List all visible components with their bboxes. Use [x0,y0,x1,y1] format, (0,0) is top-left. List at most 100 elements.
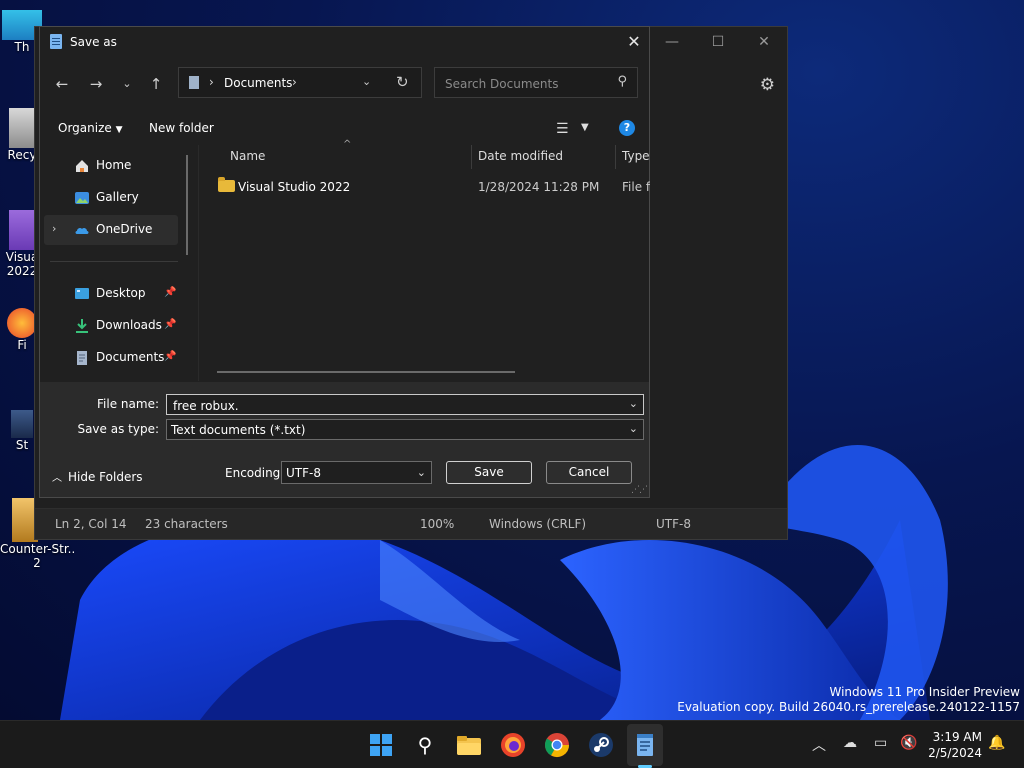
chevron-down-icon[interactable]: ⌄ [629,397,638,410]
save-button[interactable]: Save [446,461,532,484]
system-clock[interactable]: 3:19 AM 2/5/2024 [928,729,982,761]
chrome-taskbar-icon[interactable] [543,731,571,759]
up-arrow-icon[interactable]: ↑ [146,74,166,94]
steam-taskbar-icon[interactable] [587,731,615,759]
firefox-taskbar-icon[interactable] [499,731,527,759]
build-watermark: Windows 11 Pro Insider Preview Evaluatio… [677,685,1020,715]
network-icon[interactable]: ▭ [874,735,887,751]
nav-item-desktop[interactable]: Desktop 📌 [44,279,178,309]
nav-item-onedrive[interactable]: › OneDrive [44,215,178,245]
file-name-label: File name: [97,397,159,411]
search-box[interactable]: ⚲ [434,67,638,98]
pin-icon[interactable]: 📌 [164,319,176,330]
expand-chevron-icon[interactable]: › [52,222,56,235]
file-explorer-icon[interactable] [455,731,483,759]
notepad-status-bar: Ln 2, Col 14 23 characters 100% Windows … [35,508,787,539]
breadcrumb-separator[interactable]: › [292,75,297,89]
nav-item-documents[interactable]: Documents 📌 [44,343,178,373]
organize-button[interactable]: Organize ▼ [58,121,123,135]
column-header-name[interactable]: Name [230,149,265,163]
pin-icon[interactable]: 📌 [164,351,176,362]
download-icon [76,319,88,333]
file-name-cell: Visual Studio 2022 [238,180,351,194]
hide-folders-label: Hide Folders [68,470,143,484]
notepad-taskbar-icon[interactable] [631,731,659,759]
close-icon[interactable]: ✕ [619,27,649,57]
pane-divider [198,145,199,381]
file-name-input[interactable] [171,397,615,414]
visual-studio-icon [9,210,35,250]
maximize-button[interactable]: ☐ [695,27,741,57]
save-as-type-select[interactable]: Text documents (*.txt) ⌄ [166,419,644,440]
search-input[interactable] [443,74,607,94]
notification-bell-icon[interactable]: 🔔 [988,735,1005,751]
encoding-value: UTF-8 [286,466,321,480]
minimize-button[interactable]: — [649,27,695,57]
show-hidden-icons-chevron-icon[interactable]: ︿ [812,735,826,755]
encoding-select[interactable]: UTF-8 ⌄ [281,461,432,484]
folder-icon [218,177,235,192]
steam-icon [11,410,33,438]
horizontal-scrollbar[interactable] [217,371,515,373]
nav-item-label: Documents [96,350,165,364]
chevron-down-icon[interactable]: ⌄ [629,422,638,435]
nav-item-label: Downloads [96,318,162,332]
nav-item-home[interactable]: Home [44,151,178,181]
clock-date: 2/5/2024 [928,746,982,760]
file-name-combo[interactable]: ⌄ [166,394,644,415]
watermark-line-1: Windows 11 Pro Insider Preview [829,685,1020,699]
watermark-line-2: Evaluation copy. Build 26040.rs_prerelea… [677,700,1020,714]
status-line-ending: Windows (CRLF) [489,517,587,531]
recent-locations-chevron-icon[interactable]: ⌄ [117,74,137,94]
close-button[interactable]: ✕ [741,27,787,57]
nav-item-gallery[interactable]: Gallery [44,183,178,213]
breadcrumb-documents[interactable]: Documents [224,76,292,90]
chevron-down-icon[interactable]: ⌄ [417,466,426,479]
column-divider[interactable] [471,145,472,169]
encoding-label: Encoding: [225,466,285,480]
save-as-type-label: Save as type: [77,422,159,436]
file-type-cell: File fo [622,180,650,194]
status-zoom: 100% [420,517,455,531]
status-characters: 23 characters [145,517,228,531]
navigation-bar: ← → ⌄ ↑ › Documents › ⌄ ↻ ⚲ [40,65,649,105]
desktop-icon [75,288,89,299]
save-options-panel: File name: ⌄ Save as type: Text document… [40,382,649,497]
start-button[interactable] [367,731,395,759]
column-header-date-modified[interactable]: Date modified [478,149,563,163]
refresh-icon[interactable]: ↻ [396,73,409,91]
back-arrow-icon[interactable]: ← [52,74,72,94]
navigation-pane: Home Gallery › OneDrive Desktop 📌 Downlo… [40,145,199,381]
view-dropdown-chevron-icon[interactable]: ▼ [581,122,589,133]
taskbar-search-icon[interactable]: ⚲ [411,731,439,759]
file-date-cell: 1/28/2024 11:28 PM [478,180,600,194]
resize-grip-icon[interactable]: ⋰⋰ [631,485,648,495]
save-as-dialog: Save as ✕ ← → ⌄ ↑ › Documents › ⌄ ↻ ⚲ Or… [39,26,650,498]
chevron-down-icon: ▼ [115,125,123,135]
forward-arrow-icon[interactable]: → [86,74,106,94]
nav-item-downloads[interactable]: Downloads 📌 [44,311,178,341]
column-divider[interactable] [615,145,616,169]
nav-scrollbar[interactable] [186,155,188,255]
desktop-icon-label: Counter-Str... [0,542,74,556]
chevron-up-icon: ︿ [52,473,62,484]
address-bar[interactable]: › Documents › ⌄ ↻ [178,67,422,98]
dialog-titlebar[interactable]: Save as ✕ [40,27,649,57]
clock-time: 3:19 AM [932,730,982,744]
nav-item-label: Gallery [96,190,139,204]
cancel-button[interactable]: Cancel [546,461,632,484]
hide-folders-button[interactable]: ︿ Hide Folders [52,469,143,484]
pin-icon[interactable]: 📌 [164,287,176,298]
dialog-title: Save as [70,35,117,49]
notepad-icon [50,34,62,49]
view-list-icon[interactable]: ☰ [556,121,569,137]
column-header-type[interactable]: Type [622,149,650,163]
address-dropdown-chevron-icon[interactable]: ⌄ [362,75,371,88]
file-row[interactable]: Visual Studio 2022 1/28/2024 11:28 PM Fi… [210,175,650,199]
help-icon[interactable]: ? [619,120,635,136]
gear-icon[interactable]: ⚙ [760,75,775,95]
onedrive-offline-icon[interactable]: ☁ [843,735,857,751]
volume-muted-icon[interactable]: 🔇 [900,735,917,751]
new-folder-button[interactable]: New folder [149,121,214,135]
search-icon[interactable]: ⚲ [617,74,627,89]
